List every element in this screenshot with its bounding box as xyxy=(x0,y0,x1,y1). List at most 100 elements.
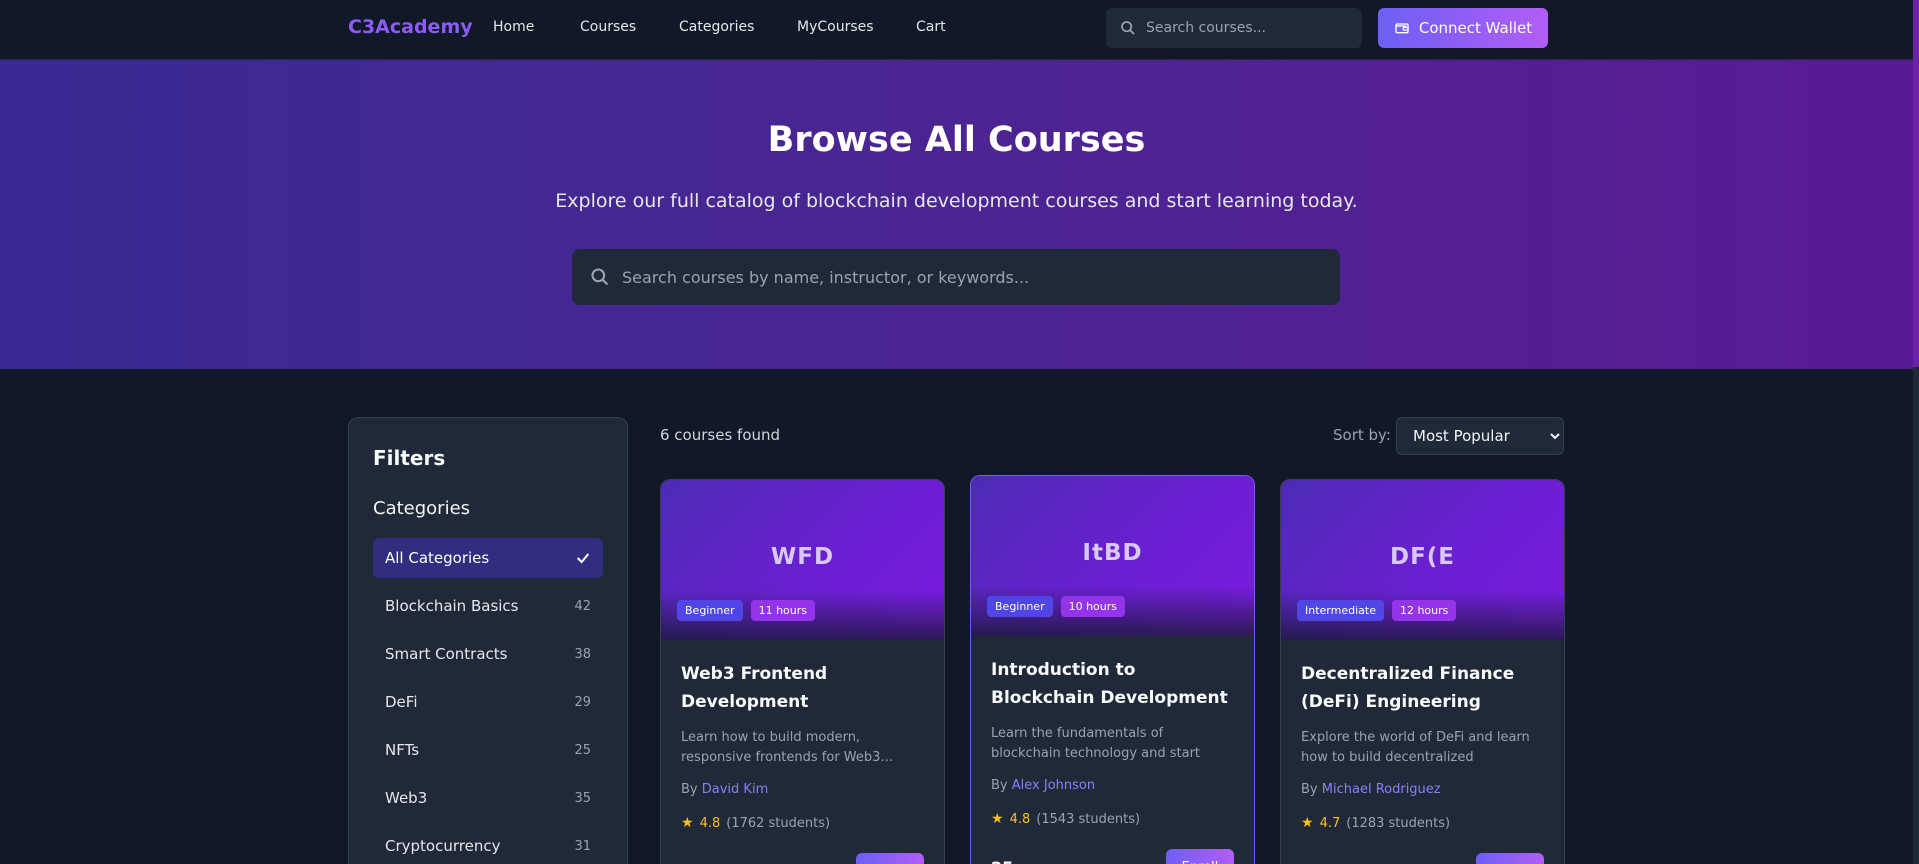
course-badges: Beginner 10 hours xyxy=(987,596,1126,617)
course-rating: ★ 4.8 (1543 students) xyxy=(991,811,1234,827)
course-title[interactable]: Introduction to Blockchain Development xyxy=(991,656,1234,712)
category-item-cryptocurrency[interactable]: Cryptocurrency 31 xyxy=(373,826,603,864)
category-item-smart-contracts[interactable]: Smart Contracts 38 xyxy=(373,634,603,674)
connect-wallet-label: Connect Wallet xyxy=(1418,19,1533,37)
course-thumbnail: DF(E Intermediate 12 hours xyxy=(1281,480,1564,640)
connect-wallet-button[interactable]: Connect Wallet xyxy=(1378,8,1548,48)
page-title: Browse All Courses xyxy=(767,120,1146,160)
category-count: 35 xyxy=(574,790,591,806)
nav-link-mycourses[interactable]: MyCourses xyxy=(797,19,916,35)
author-prefix: By xyxy=(681,782,698,797)
category-label: Blockchain Basics xyxy=(385,597,519,615)
course-card[interactable]: WFD Beginner 11 hours Web3 Frontend Deve… xyxy=(660,479,945,864)
course-rating: ★ 4.8 (1762 students) xyxy=(681,815,924,831)
course-badges: Intermediate 12 hours xyxy=(1297,600,1457,621)
course-card[interactable]: DF(E Intermediate 12 hours Decentralized… xyxy=(1280,479,1565,864)
enroll-button[interactable]: Enroll xyxy=(1476,853,1544,864)
author-link[interactable]: Alex Johnson xyxy=(1012,778,1095,793)
course-initials: DF(E xyxy=(1389,544,1456,570)
page-scrollbar[interactable] xyxy=(1913,0,1919,864)
student-count: (1543 students) xyxy=(1036,811,1141,827)
filters-sidebar: Filters Categories All Categories Blockc… xyxy=(348,417,628,864)
category-label: All Categories xyxy=(385,549,490,567)
enroll-button[interactable]: Enroll xyxy=(1166,849,1234,864)
filters-heading: Filters xyxy=(373,446,446,470)
results-count: 6 courses found xyxy=(660,426,781,444)
course-initials: WFD xyxy=(770,544,835,570)
category-count: 31 xyxy=(574,838,591,854)
course-card[interactable]: ItBD Beginner 10 hours Introduction to B… xyxy=(970,475,1255,864)
course-description: Learn how to build modern, responsive fr… xyxy=(681,730,894,765)
category-item-defi[interactable]: DeFi 29 xyxy=(373,682,603,722)
author-link[interactable]: David Kim xyxy=(702,782,768,797)
course-title[interactable]: Decentralized Finance (DeFi) Engineering xyxy=(1301,660,1544,716)
check-icon xyxy=(576,553,590,564)
course-card-body: Web3 Frontend Development Learn how to b… xyxy=(661,640,944,851)
enroll-button[interactable]: Enroll xyxy=(856,853,924,864)
course-title[interactable]: Web3 Frontend Development xyxy=(681,660,924,716)
hero-banner: Browse All Courses Explore our full cata… xyxy=(0,60,1913,369)
duration-badge: 11 hours xyxy=(750,600,816,621)
course-initials: ItBD xyxy=(1082,540,1143,566)
course-card-body: Introduction to Blockchain Development L… xyxy=(971,636,1254,847)
search-icon xyxy=(1121,21,1135,35)
course-card-footer: 25 Enroll xyxy=(991,849,1234,864)
category-item-nfts[interactable]: NFTs 25 xyxy=(373,730,603,770)
course-description: Learn the fundamentals of blockchain tec… xyxy=(991,726,1201,761)
category-list: All Categories Blockchain Basics 42 Smar… xyxy=(373,538,603,864)
course-description: Explore the world of DeFi and learn how … xyxy=(1301,730,1530,765)
nav-link-cart[interactable]: Cart xyxy=(916,19,966,35)
nav-link-courses[interactable]: Courses xyxy=(580,19,679,35)
author-link[interactable]: Michael Rodriguez xyxy=(1322,782,1441,797)
category-count: 42 xyxy=(574,598,591,614)
student-count: (1283 students) xyxy=(1346,815,1451,831)
nav-link-home[interactable]: Home xyxy=(493,19,580,35)
course-thumbnail: WFD Beginner 11 hours xyxy=(661,480,944,640)
student-count: (1762 students) xyxy=(726,815,831,831)
course-author: By Alex Johnson xyxy=(991,778,1234,793)
category-count: 29 xyxy=(574,694,591,710)
course-card-footer: Enroll xyxy=(1301,853,1544,864)
star-icon: ★ xyxy=(991,811,1004,827)
level-badge: Beginner xyxy=(987,596,1053,617)
nav-links: Home Courses Categories MyCourses Cart xyxy=(493,19,966,35)
category-item-blockchain-basics[interactable]: Blockchain Basics 42 xyxy=(373,586,603,626)
hero-search-input[interactable] xyxy=(622,267,1322,287)
nav-search-box xyxy=(1106,8,1362,48)
rating-value: 4.8 xyxy=(1009,811,1031,827)
course-price: 25 xyxy=(991,858,1013,864)
duration-badge: 12 hours xyxy=(1391,600,1457,621)
category-label: NFTs xyxy=(385,741,420,759)
category-count: 38 xyxy=(574,646,591,662)
course-author: By David Kim xyxy=(681,782,924,797)
scrollbar-thumb[interactable] xyxy=(1913,0,1919,367)
category-label: Cryptocurrency xyxy=(385,837,501,855)
category-item-all[interactable]: All Categories xyxy=(373,538,603,578)
category-label: DeFi xyxy=(385,693,418,711)
rating-value: 4.7 xyxy=(1319,815,1341,831)
course-card-footer: Enroll xyxy=(681,853,924,864)
level-badge: Beginner xyxy=(677,600,743,621)
category-label: Web3 xyxy=(385,789,428,807)
author-prefix: By xyxy=(991,778,1008,793)
categories-heading: Categories xyxy=(373,498,471,519)
brand-logo[interactable]: C3Academy xyxy=(348,16,473,38)
duration-badge: 10 hours xyxy=(1060,596,1126,617)
level-badge: Intermediate xyxy=(1297,600,1384,621)
course-thumbnail: ItBD Beginner 10 hours xyxy=(971,476,1254,636)
category-item-web3[interactable]: Web3 35 xyxy=(373,778,603,818)
hero-search-box xyxy=(572,249,1340,305)
course-author: By Michael Rodriguez xyxy=(1301,782,1544,797)
wallet-icon xyxy=(1395,23,1409,34)
star-icon: ★ xyxy=(1301,815,1314,831)
course-rating: ★ 4.7 (1283 students) xyxy=(1301,815,1544,831)
page-subtitle: Explore our full catalog of blockchain d… xyxy=(555,190,1358,212)
category-count: 25 xyxy=(574,742,591,758)
course-card-body: Decentralized Finance (DeFi) Engineering… xyxy=(1281,640,1564,851)
category-label: Smart Contracts xyxy=(385,645,508,663)
nav-search-input[interactable] xyxy=(1146,20,1346,36)
sort-select[interactable]: Most Popular xyxy=(1396,417,1564,455)
rating-value: 4.8 xyxy=(699,815,721,831)
nav-link-categories[interactable]: Categories xyxy=(679,19,797,35)
star-icon: ★ xyxy=(681,815,694,831)
